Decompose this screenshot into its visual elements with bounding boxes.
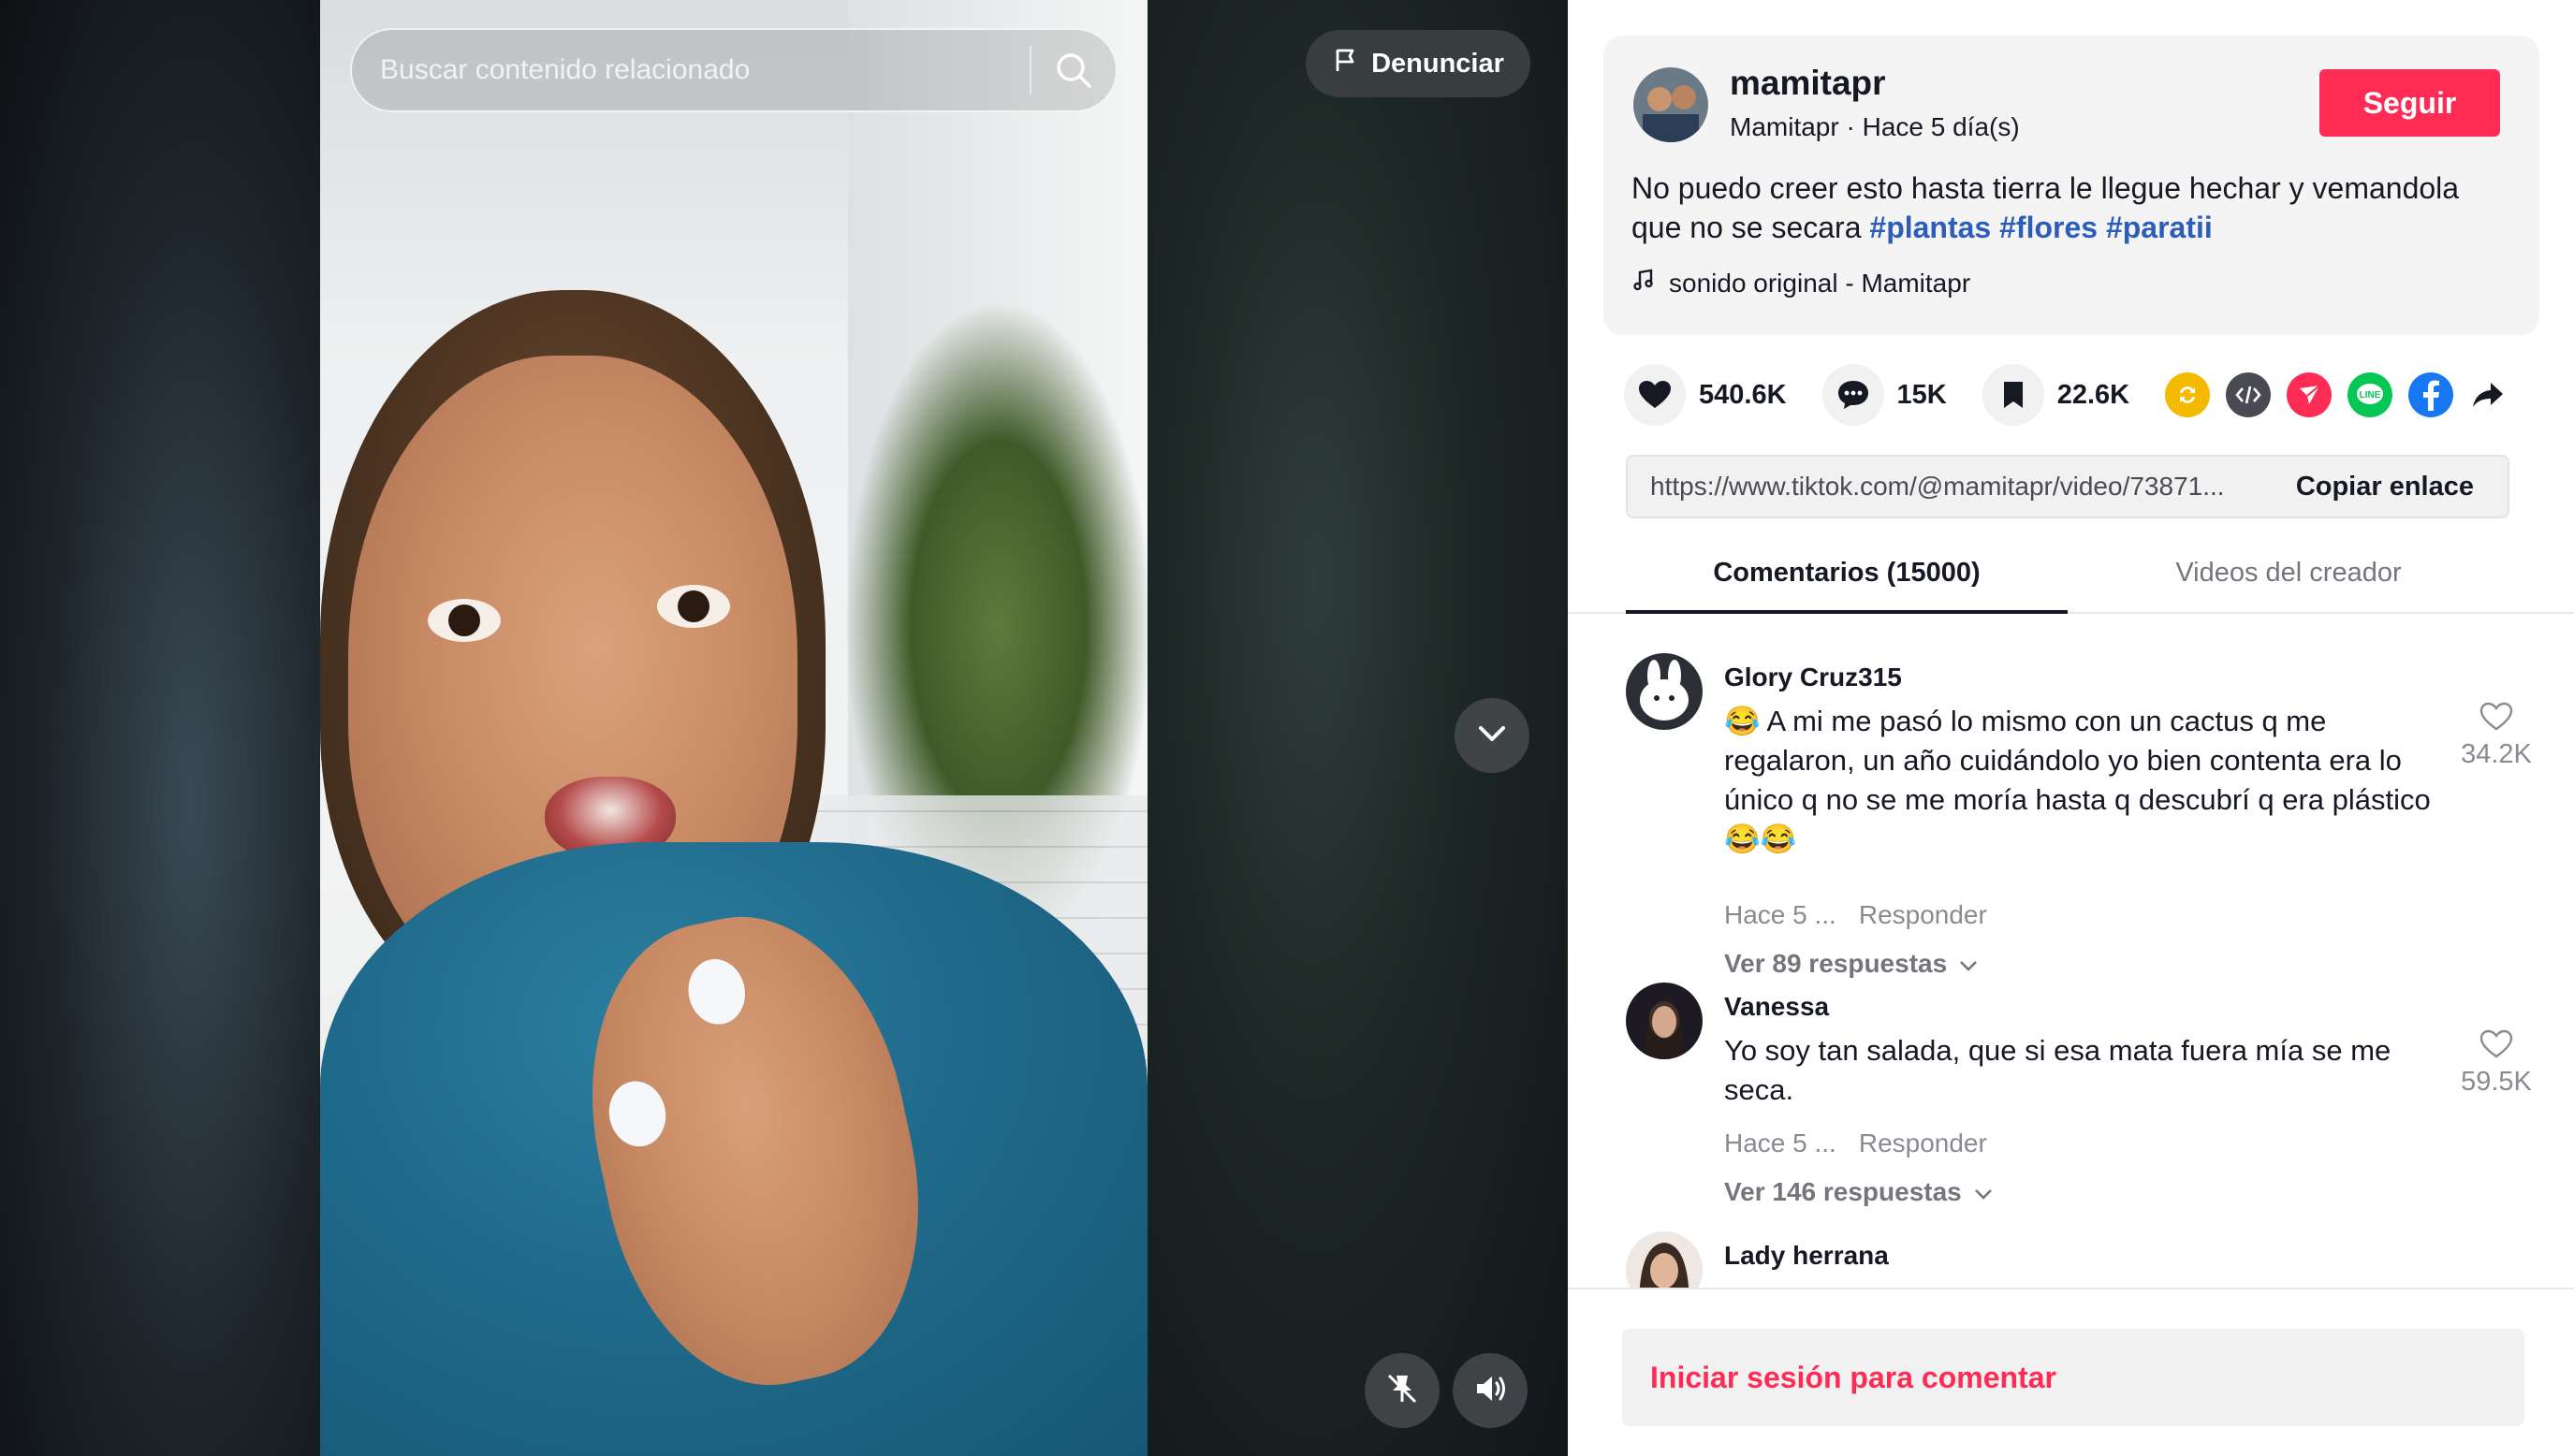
music-note-icon — [1631, 268, 1656, 298]
sound-link[interactable]: sonido original - Mamitapr — [1631, 268, 1970, 298]
bookmark-icon[interactable] — [1982, 364, 2044, 426]
author-username[interactable]: mamitapr — [1730, 64, 1886, 103]
repost-icon[interactable] — [2165, 372, 2210, 417]
view-replies-button[interactable]: Ver 89 respuestas — [1724, 949, 1979, 979]
facebook-icon[interactable] — [2408, 372, 2453, 417]
tab-comments[interactable]: Comentarios (15000) — [1626, 550, 2068, 614]
chevron-down-icon — [1973, 1177, 1994, 1207]
post-time: Hace 5 día(s) — [1862, 112, 2020, 141]
video-area: Denunciar — [0, 0, 1568, 1456]
side-panel: mamitapr Mamitapr · Hace 5 día(s) Seguir… — [1568, 0, 2574, 1456]
video-nail — [603, 1075, 672, 1152]
like-action[interactable]: 540.6K — [1624, 364, 1787, 426]
login-to-comment-button[interactable]: Iniciar sesión para comentar — [1622, 1329, 2524, 1426]
video-eye — [657, 585, 730, 628]
comment-meta: Hace 5 ... Responder — [1724, 1128, 1987, 1158]
comment-item: Glory Cruz315 😂 A mi me pasó lo mismo co… — [1626, 653, 2552, 978]
video-player[interactable] — [320, 0, 1148, 1456]
comment-like-count: 34.2K — [2461, 739, 2532, 769]
author-subtitle: Mamitapr · Hace 5 día(s) — [1730, 112, 2020, 142]
volume-icon — [1471, 1370, 1509, 1412]
video-url[interactable]: https://www.tiktok.com/@mamitapr/video/7… — [1628, 472, 2277, 502]
video-eye — [428, 599, 501, 642]
commenter-avatar[interactable] — [1626, 653, 1703, 730]
sound-label: sonido original - Mamitapr — [1669, 268, 1971, 298]
video-nail — [682, 954, 752, 1030]
heart-icon[interactable] — [1624, 364, 1686, 426]
comment-count: 15K — [1896, 379, 1947, 410]
blurred-background-left — [0, 0, 320, 1456]
commenter-username[interactable]: Glory Cruz315 — [1724, 662, 1902, 692]
follow-button[interactable]: Seguir — [2319, 69, 2500, 137]
share-icons: LINE — [2165, 372, 2507, 417]
video-description: No puedo creer esto hasta tierra le lleg… — [1631, 168, 2511, 247]
hashtag-link[interactable]: #plantas — [1869, 211, 1991, 244]
chevron-down-icon — [1473, 715, 1511, 757]
next-video-button[interactable] — [1455, 698, 1529, 773]
chevron-down-icon — [1958, 949, 1979, 979]
hashtag-link[interactable]: #paratii — [2106, 211, 2213, 244]
author-display-name: Mamitapr — [1730, 112, 1839, 141]
comment-action[interactable]: 15K — [1821, 364, 1947, 426]
comment-text: 😂 A mi me pasó lo mismo con un cactus q … — [1724, 705, 2431, 855]
comment-like[interactable]: 59.5K — [2445, 1029, 2548, 1098]
floating-player-button[interactable] — [1365, 1353, 1440, 1428]
comment-item: Lady herrana me identifico tanto con ell… — [1626, 1231, 2552, 1288]
tab-creator-videos[interactable]: Videos del creador — [2068, 550, 2509, 614]
embed-icon[interactable] — [2226, 372, 2271, 417]
search-bar[interactable] — [350, 28, 1118, 112]
comment-bubble-icon[interactable] — [1821, 364, 1884, 426]
video-info-card: mamitapr Mamitapr · Hace 5 día(s) Seguir… — [1603, 36, 2539, 335]
report-label: Denunciar — [1371, 48, 1504, 79]
like-count: 540.6K — [1699, 379, 1787, 410]
comment-text: Yo soy tan salada, que si esa mata fuera… — [1724, 1034, 2391, 1106]
line-icon[interactable]: LINE — [2347, 372, 2392, 417]
flag-icon — [1332, 46, 1360, 81]
commenter-username[interactable]: Vanessa — [1724, 992, 1829, 1022]
heart-outline-icon[interactable] — [2479, 702, 2513, 738]
comment-meta: Hace 5 ... Responder — [1724, 900, 1987, 930]
share-arrow-icon[interactable] — [2469, 372, 2507, 417]
send-icon[interactable] — [2287, 372, 2332, 417]
commenter-username[interactable]: Lady herrana — [1724, 1241, 1889, 1271]
search-input[interactable] — [380, 54, 1025, 86]
view-replies-label: Ver 146 respuestas — [1724, 1177, 1962, 1206]
action-bar: 540.6K 15K 22.6K — [1624, 361, 2165, 429]
heart-outline-icon[interactable] — [2479, 1029, 2513, 1066]
save-action[interactable]: 22.6K — [1982, 364, 2129, 426]
view-replies-label: Ver 89 respuestas — [1724, 949, 1948, 978]
separator-dot: · — [1846, 112, 1863, 141]
commenter-avatar[interactable] — [1626, 1231, 1703, 1288]
comment-item: Vanessa Yo soy tan salada, que si esa ma… — [1626, 983, 2552, 1245]
svg-text:LINE: LINE — [2360, 390, 2381, 400]
comment-like-count: 59.5K — [2461, 1067, 2532, 1097]
comment-footer: Iniciar sesión para comentar — [1568, 1288, 2574, 1456]
copy-link-box: https://www.tiktok.com/@mamitapr/video/7… — [1626, 455, 2509, 518]
comment-like[interactable]: 34.2K — [2445, 702, 2548, 770]
search-icon[interactable] — [1031, 28, 1116, 112]
volume-button[interactable] — [1453, 1353, 1528, 1428]
comment-time: Hace 5 ... — [1724, 900, 1836, 929]
view-replies-button[interactable]: Ver 146 respuestas — [1724, 1177, 1994, 1207]
comment-time: Hace 5 ... — [1724, 1128, 1836, 1158]
reply-button[interactable]: Responder — [1859, 1128, 1987, 1158]
copy-link-button[interactable]: Copiar enlace — [2277, 472, 2508, 502]
report-button[interactable]: Denunciar — [1306, 30, 1530, 97]
save-count: 22.6K — [2056, 379, 2130, 410]
panel-tabs: Comentarios (15000) Videos del creador — [1568, 550, 2574, 614]
reply-button[interactable]: Responder — [1859, 900, 1987, 930]
hashtag-link[interactable]: #flores — [1999, 211, 2098, 244]
comment-list[interactable]: Glory Cruz315 😂 A mi me pasó lo mismo co… — [1568, 618, 2574, 1288]
author-avatar[interactable] — [1633, 67, 1708, 142]
commenter-avatar[interactable] — [1626, 983, 1703, 1059]
comment-text: me identifico tanto con ella , llevo 3 a… — [1724, 1280, 2435, 1288]
pin-off-icon — [1383, 1370, 1421, 1412]
